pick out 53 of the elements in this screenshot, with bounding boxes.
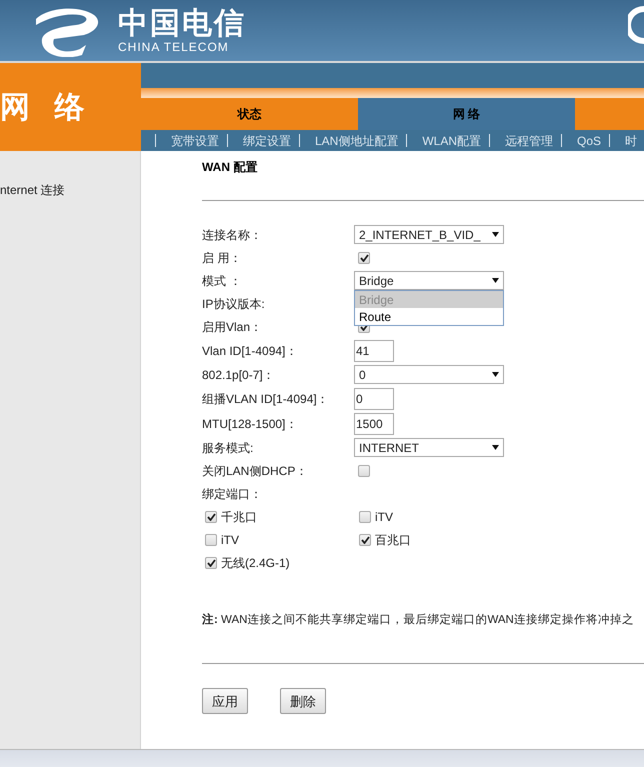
caret-icon [492,372,499,377]
field-label: 连接名称： [202,226,263,244]
subnav-link[interactable]: 远程管理 [505,132,554,150]
caret-icon [492,445,499,450]
field-label: 关闭LAN侧DHCP： [202,462,308,480]
checkbox-label: 无线(2.4G-1) [221,554,290,572]
action-button[interactable]: 删除 [280,688,326,714]
logo-text: 中国电信 [118,8,246,38]
ring-icon [628,6,644,44]
checkbox-label: iTV [221,532,239,548]
field-label: 启用Vlan： [202,318,264,336]
checkbox-label: iTV [375,508,393,526]
field-label: MTU[128-1500]： [202,416,298,432]
subnav-link[interactable]: WLAN配置 [422,132,482,150]
checkbox[interactable] [359,510,371,522]
input-field[interactable]: 0 [354,388,394,410]
checkbox[interactable] [358,252,370,264]
dropdown[interactable]: 2_INTERNET_B_VID_ [354,225,504,244]
sidebar-item[interactable]: nternet 连接 [0,181,140,199]
dropdown[interactable]: 0 [354,365,504,384]
field-label: 模式 ： [202,272,242,290]
action-button[interactable]: 应用 [202,688,248,714]
field-label: 802.1p[0-7]： [202,366,276,384]
note-text: 注: WAN连接之间不能共享绑定端口，最后绑定端口的WAN连接绑定操作将冲掉之 [202,612,635,628]
nav-tab[interactable]: 网 络 [358,98,575,130]
subnav-link[interactable]: LAN侧地址配置 [315,132,398,150]
field-label: Vlan ID[1-4094]： [202,342,298,360]
checkbox[interactable] [205,556,217,568]
dropdown[interactable]: Bridge [354,271,504,290]
input-field[interactable]: 1500 [354,412,394,434]
dropdown[interactable]: INTERNET [354,438,504,457]
subnav-link[interactable]: 时 [625,132,638,150]
field-label: 服务模式: [202,440,254,456]
section-title: 网 络 [0,90,92,126]
logo-subtitle: CHINA TELECOM [118,40,230,52]
caret-icon [492,278,499,283]
field-label: 启 用： [202,250,242,266]
checkbox[interactable] [359,534,371,546]
checkbox[interactable] [205,534,217,546]
subnav-link[interactable]: 绑定设置 [243,132,291,150]
checkbox[interactable] [205,510,217,522]
subnav-link[interactable]: QoS [577,132,602,150]
field-label: IP协议版本: [202,296,266,312]
checkbox-label: 千兆口 [221,508,257,526]
field-label: 组播VLAN ID[1-4094]： [202,390,330,408]
checkbox[interactable] [358,464,370,476]
checkbox-label: 百兆口 [375,532,411,548]
subnav-link[interactable]: 宽带设置 [171,132,219,150]
input-field[interactable]: 41 [354,340,394,362]
caret-icon [492,232,499,237]
field-label: 绑定端口： [202,486,263,502]
page-title: WAN 配置 [202,159,258,176]
dropdown-option[interactable]: Route [355,308,503,325]
